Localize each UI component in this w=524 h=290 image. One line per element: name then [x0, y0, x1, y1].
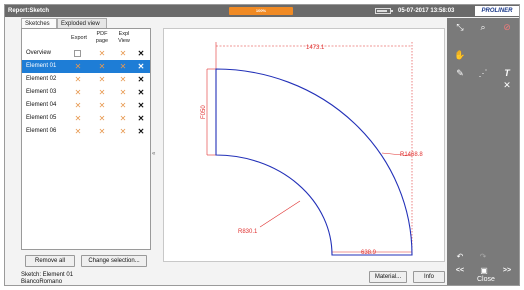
remove-icon[interactable]: ✕: [135, 125, 147, 138]
expl-toggle-icon[interactable]: ✕: [117, 47, 129, 60]
remove-icon[interactable]: ✕: [135, 86, 147, 99]
table-row[interactable]: Element 01 ✕ ✕ ✕ ✕: [22, 60, 150, 73]
pdf-toggle-icon[interactable]: ✕: [96, 125, 108, 138]
tool-sidebar: ⤡ ⌕ ⊘ ✋ ✎ ⋰ T ✕ ↶ ↷ << ▣ >> Close: [447, 18, 519, 285]
battery-icon: [375, 8, 393, 14]
table-row[interactable]: Element 04 ✕ ✕ ✕ ✕: [22, 99, 150, 112]
table-row[interactable]: Element 02 ✕ ✕ ✕ ✕: [22, 73, 150, 86]
export-toggle-icon[interactable]: ✕: [72, 73, 84, 86]
row-name: Overview: [26, 50, 52, 56]
expl-toggle-icon[interactable]: ✕: [117, 86, 129, 99]
pdf-toggle-icon[interactable]: ✕: [96, 99, 108, 112]
magnifier-icon[interactable]: ⌕: [474, 20, 492, 34]
export-toggle-icon[interactable]: ✕: [72, 99, 84, 112]
export-toggle-icon[interactable]: ✕: [72, 86, 84, 99]
row-name: Element 01: [26, 63, 57, 69]
row-name: Element 06: [26, 128, 57, 134]
previous-icon[interactable]: <<: [451, 264, 469, 278]
sketch-status: Sketch: Element 01: [21, 272, 74, 278]
pdf-toggle-icon[interactable]: ✕: [96, 60, 108, 73]
pdf-toggle-icon[interactable]: ✕: [96, 73, 108, 86]
dim-top-label: 1473.1: [306, 45, 325, 51]
export-toggle-icon[interactable]: ✕: [72, 112, 84, 125]
pencil-icon[interactable]: ✎: [451, 66, 469, 80]
expl-toggle-icon[interactable]: ✕: [117, 60, 129, 73]
remove-icon[interactable]: ✕: [135, 112, 147, 125]
pdf-toggle-icon[interactable]: ✕: [96, 86, 108, 99]
status-info: Sketch: Element 01 BiancoRomano: [21, 272, 74, 285]
close-button[interactable]: Close: [477, 276, 495, 283]
stop-icon[interactable]: ⊘: [498, 20, 516, 34]
progress-bar: 100%: [229, 7, 293, 15]
row-name: Element 04: [26, 102, 57, 108]
export-checkbox[interactable]: [74, 50, 81, 57]
redo-icon[interactable]: ↷: [474, 250, 492, 264]
sketch-canvas[interactable]: 1473.1 F050 R1468.8 R830.1 638.9: [163, 28, 445, 262]
hand-icon[interactable]: ✋: [451, 48, 469, 62]
datetime: 05-07-2017 13:58:03: [398, 8, 455, 14]
brand-logo: PROLINER: [475, 6, 519, 16]
col-header-expl-view: Expl View: [118, 31, 130, 44]
element-list-panel: Export PDF page Expl View Overview ✕ ✕ ✕…: [21, 28, 151, 250]
row-name: Element 03: [26, 89, 57, 95]
remove-icon[interactable]: ✕: [135, 60, 147, 73]
dim-inner-radius-label: R830.1: [238, 229, 258, 235]
remove-all-button[interactable]: Remove all: [25, 255, 75, 267]
remove-icon[interactable]: ✕: [135, 99, 147, 112]
table-row[interactable]: Overview ✕ ✕ ✕: [22, 47, 150, 60]
export-toggle-icon[interactable]: ✕: [72, 125, 84, 138]
pdf-toggle-icon[interactable]: ✕: [96, 112, 108, 125]
move-points-icon[interactable]: ⋰: [474, 66, 492, 80]
remove-icon[interactable]: ✕: [135, 47, 147, 60]
title-bar: Report:Sketch 100% 05-07-2017 13:58:03 P…: [5, 5, 519, 17]
expl-toggle-icon[interactable]: ✕: [117, 73, 129, 86]
element-outline: [215, 68, 413, 256]
material-button[interactable]: Material...: [369, 271, 407, 283]
pdf-toggle-icon[interactable]: ✕: [96, 47, 108, 60]
sketch-drawing: 1473.1 F050 R1468.8 R830.1 638.9: [201, 42, 423, 256]
window-title: Report:Sketch: [8, 8, 50, 14]
expl-toggle-icon[interactable]: ✕: [117, 112, 129, 125]
export-toggle-icon[interactable]: ✕: [72, 60, 84, 73]
collapse-panel-icon[interactable]: «: [152, 151, 155, 157]
report-sketch-window: Report:Sketch 100% 05-07-2017 13:58:03 P…: [4, 4, 520, 286]
undo-icon[interactable]: ↶: [451, 250, 469, 264]
remove-icon[interactable]: ✕: [135, 73, 147, 86]
expl-toggle-icon[interactable]: ✕: [117, 125, 129, 138]
col-header-pdf-page: PDF page: [95, 31, 109, 44]
change-selection-button[interactable]: Change selection...: [81, 255, 147, 267]
zoom-fit-icon[interactable]: ⤡: [451, 20, 469, 34]
next-icon[interactable]: >>: [498, 264, 516, 278]
expl-toggle-icon[interactable]: ✕: [117, 99, 129, 112]
material-status: BiancoRomano: [21, 279, 63, 285]
table-row[interactable]: Element 05 ✕ ✕ ✕ ✕: [22, 112, 150, 125]
row-name: Element 02: [26, 76, 57, 82]
info-button[interactable]: Info: [413, 271, 445, 283]
dim-outer-radius-label: R1468.8: [400, 152, 423, 158]
dim-left-label: F050: [201, 105, 207, 119]
delete-icon[interactable]: ✕: [498, 78, 516, 92]
table-row[interactable]: Element 03 ✕ ✕ ✕ ✕: [22, 86, 150, 99]
table-row[interactable]: Element 06 ✕ ✕ ✕ ✕: [22, 125, 150, 138]
row-name: Element 05: [26, 115, 57, 121]
col-header-export: Export: [71, 35, 87, 41]
